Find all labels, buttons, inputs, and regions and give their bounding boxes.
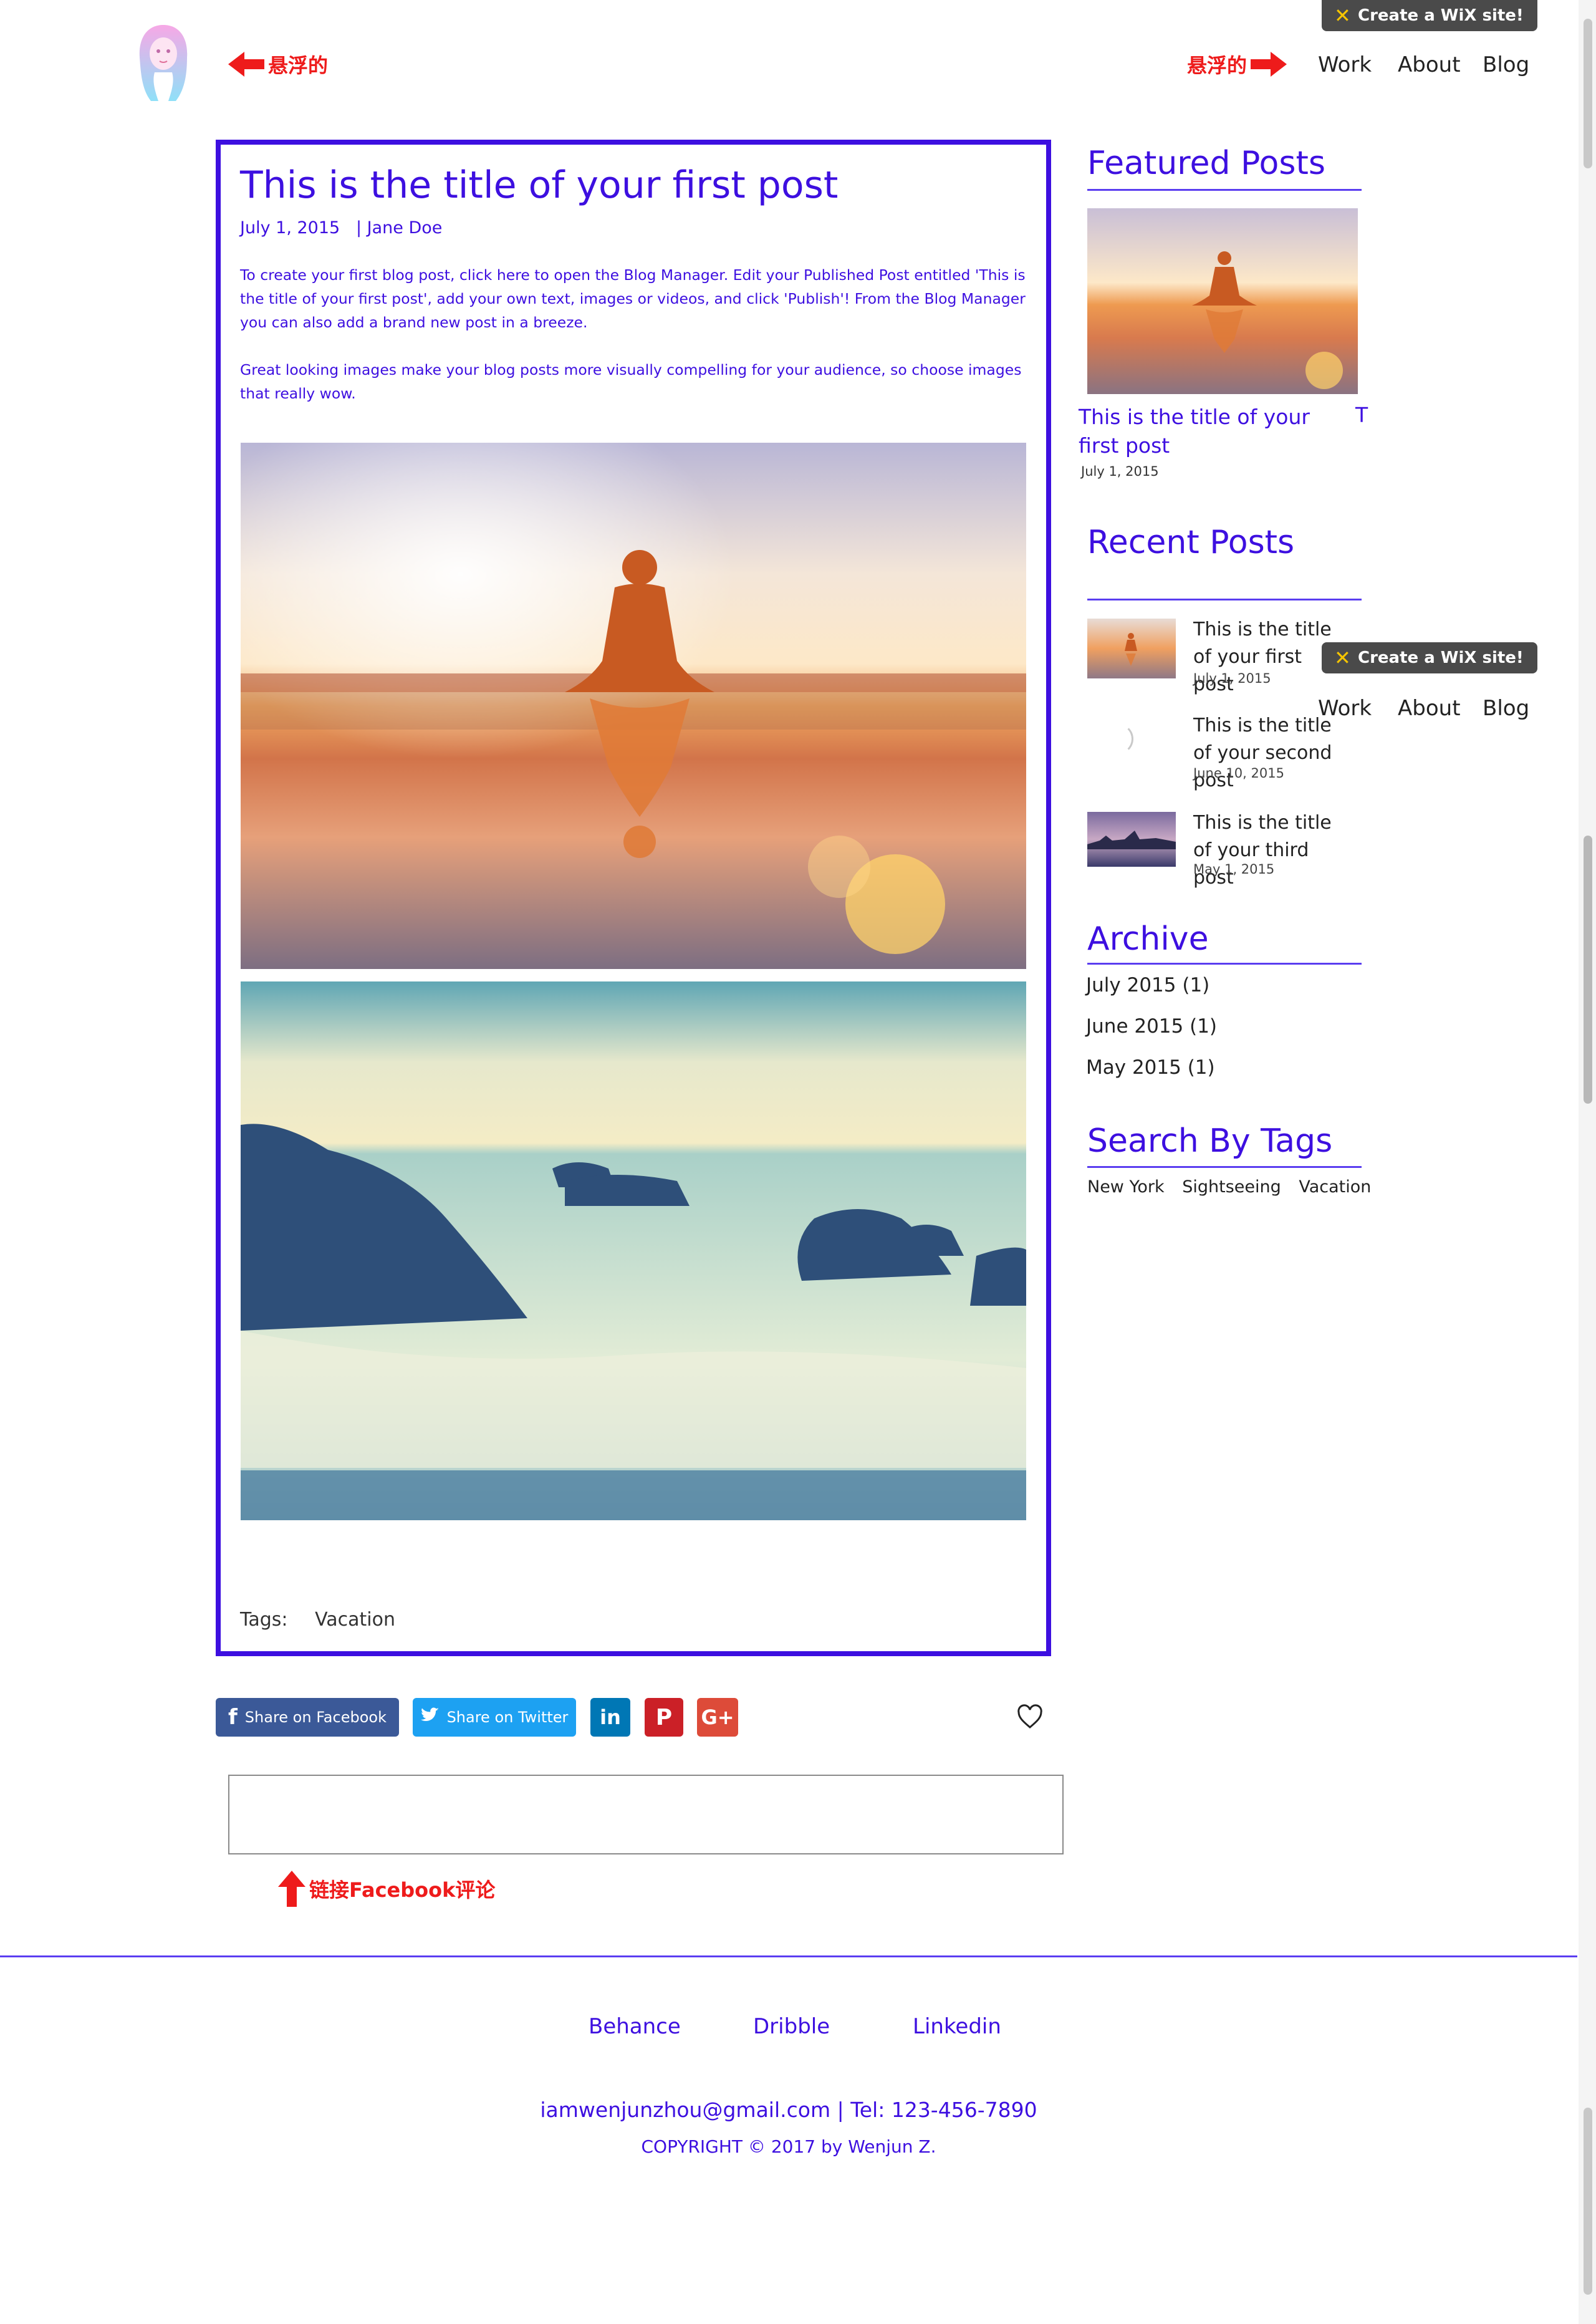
footer-link-behance[interactable]: Behance bbox=[589, 2014, 681, 2039]
footer-copyright: COPYRIGHT © 2017 by Wenjun Z. bbox=[641, 2136, 936, 2157]
featured-post-thumbnail[interactable] bbox=[1087, 208, 1358, 394]
tag-link[interactable]: Vacation bbox=[1299, 1177, 1371, 1197]
archive-heading: Archive bbox=[1087, 920, 1209, 958]
scrollbar-thumb[interactable] bbox=[1584, 836, 1592, 1104]
post-image-seascape bbox=[241, 981, 1026, 1520]
share-pinterest-button[interactable]: P bbox=[645, 1698, 683, 1737]
recent-post-date: May 1, 2015 bbox=[1193, 862, 1275, 877]
archive-item[interactable]: June 2015 (1) bbox=[1086, 1015, 1217, 1038]
facebook-icon: f bbox=[228, 1705, 238, 1730]
tag-link[interactable]: Vacation bbox=[315, 1609, 395, 1631]
post-meta: July 1, 2015 | Jane Doe bbox=[240, 218, 442, 238]
post-paragraph: To create your first blog post, click he… bbox=[240, 266, 1026, 331]
recent-post-thumbnail[interactable] bbox=[1087, 812, 1176, 867]
wix-star-icon: ✕ bbox=[1334, 646, 1351, 670]
post-paragraph: Great looking images make your blog post… bbox=[240, 361, 1022, 402]
scrollbar-thumb[interactable] bbox=[1584, 2108, 1592, 2295]
footer-contact[interactable]: iamwenjunzhou@gmail.com | Tel: 123-456-7… bbox=[0, 2098, 1577, 2122]
tag-cloud: New York Sightseeing Vacation bbox=[1087, 1177, 1371, 1197]
google-plus-icon: G+ bbox=[701, 1705, 734, 1729]
recent-post-title[interactable]: This is the title of your second post bbox=[1193, 712, 1343, 794]
post-title: This is the title of your first post bbox=[240, 163, 839, 207]
scrollbar-track[interactable] bbox=[1579, 0, 1596, 2324]
linkedin-icon: in bbox=[600, 1705, 621, 1729]
wix-star-icon: ✕ bbox=[1334, 4, 1351, 27]
arrow-up-icon bbox=[278, 1871, 305, 1887]
loading-spinner-icon bbox=[1102, 723, 1133, 755]
featured-next-peek[interactable]: T bbox=[1355, 403, 1368, 427]
facebook-comments-box[interactable] bbox=[228, 1775, 1064, 1854]
post-date: July 1, 2015 bbox=[240, 218, 340, 238]
post-author[interactable]: | Jane Doe bbox=[356, 218, 442, 238]
scrollbar-thumb[interactable] bbox=[1584, 19, 1592, 168]
like-heart-icon[interactable] bbox=[1016, 1704, 1044, 1731]
recent-post-thumbnail[interactable] bbox=[1087, 619, 1176, 678]
nav-work[interactable]: Work bbox=[1318, 52, 1372, 77]
arrow-right-icon bbox=[1271, 52, 1287, 77]
post-body: To create your first blog post, click he… bbox=[240, 263, 1026, 429]
share-linkedin-button[interactable]: in bbox=[590, 1698, 630, 1737]
featured-post-title[interactable]: This is the title of your first post bbox=[1079, 403, 1340, 460]
nav-about[interactable]: About bbox=[1398, 696, 1461, 721]
featured-posts-heading: Featured Posts bbox=[1087, 145, 1325, 182]
pinterest-icon: P bbox=[655, 1704, 673, 1730]
footer-link-dribble[interactable]: Dribble bbox=[753, 2014, 830, 2039]
hover-annotation-left: 悬浮的 bbox=[228, 50, 328, 79]
divider bbox=[1087, 963, 1362, 965]
share-twitter-button[interactable]: Share on Twitter bbox=[413, 1698, 576, 1737]
nav-about[interactable]: About bbox=[1398, 52, 1461, 77]
tag-link[interactable]: Sightseeing bbox=[1182, 1177, 1281, 1197]
recent-post-title[interactable]: This is the title of your first post bbox=[1193, 616, 1343, 698]
recent-posts-heading: Recent Posts bbox=[1087, 524, 1295, 561]
footer-divider bbox=[0, 1955, 1577, 1957]
archive-item[interactable]: May 2015 (1) bbox=[1086, 1056, 1215, 1079]
nav-blog[interactable]: Blog bbox=[1483, 696, 1529, 721]
share-facebook-button[interactable]: f Share on Facebook bbox=[216, 1698, 399, 1737]
share-google-plus-button[interactable]: G+ bbox=[697, 1698, 738, 1737]
create-wix-site-badge[interactable]: ✕ Create a WiX site! bbox=[1322, 0, 1537, 31]
divider bbox=[1087, 599, 1362, 600]
tag-link[interactable]: New York bbox=[1087, 1177, 1165, 1197]
create-wix-site-badge-floating[interactable]: ✕ Create a WiX site! bbox=[1322, 642, 1537, 673]
site-logo[interactable] bbox=[133, 22, 193, 104]
nav-blog[interactable]: Blog bbox=[1483, 52, 1529, 77]
archive-item[interactable]: July 2015 (1) bbox=[1086, 974, 1209, 996]
post-image-meditation bbox=[241, 443, 1026, 969]
divider bbox=[1087, 189, 1362, 191]
nav-work[interactable]: Work bbox=[1318, 696, 1372, 721]
tags-label: Tags: bbox=[240, 1609, 288, 1631]
comment-annotation: 链接Facebook评论 bbox=[278, 1871, 495, 1907]
hover-annotation-right: 悬浮的 bbox=[1187, 50, 1287, 79]
arrow-left-icon bbox=[228, 52, 244, 77]
search-by-tags-heading: Search By Tags bbox=[1087, 1122, 1333, 1160]
recent-post-date: June 10, 2015 bbox=[1193, 766, 1284, 781]
recent-post-title[interactable]: This is the title of your third post bbox=[1193, 809, 1343, 892]
footer-link-linkedin[interactable]: Linkedin bbox=[913, 2014, 1001, 2039]
divider bbox=[1087, 1166, 1362, 1168]
post-tags: Tags: Vacation bbox=[240, 1609, 395, 1631]
twitter-icon bbox=[420, 1707, 440, 1727]
recent-post-date: July 1, 2015 bbox=[1193, 671, 1271, 686]
featured-post-date: July 1, 2015 bbox=[1081, 464, 1159, 479]
